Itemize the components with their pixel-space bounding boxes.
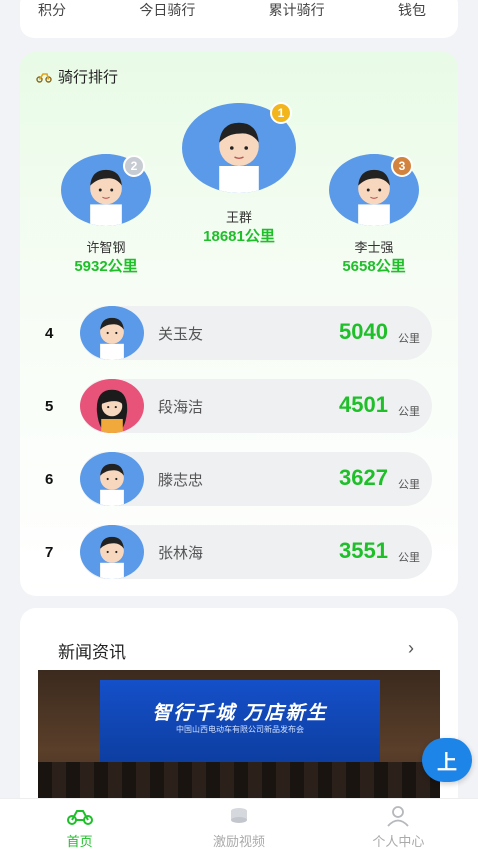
podium-name: 李士强 [354,240,394,255]
stage-screen: 智行千城 万店新生 中国山西电动车有限公司新品发布会 [100,680,380,770]
rider-distance: 5040 [339,319,388,344]
tab-label: 个人中心 [372,834,425,849]
rider-name: 段海洁 [158,399,204,416]
avatar [80,525,144,579]
stat-points[interactable]: 积分 [38,0,66,20]
avatar [80,379,144,433]
scroll-top-button[interactable]: 上 [422,738,472,782]
stat-today-ride[interactable]: 今日骑行 [139,0,195,20]
ranking-row[interactable]: 张林海 3551 公里 [80,525,432,579]
ranking-header: 骑行排行 [36,66,118,87]
arrow-up-icon: 上 [437,751,457,774]
chevron-right-icon[interactable]: › [408,638,414,659]
ranking-row[interactable]: 段海洁 4501 公里 [80,379,432,433]
news-image-banner: 智行千城 万店新生 [152,703,328,724]
medal-silver-icon: 2 [123,155,145,177]
person-icon [387,806,409,827]
tab-incentive-video[interactable]: 激励视频 [159,799,318,850]
distance-unit: 公里 [398,479,420,491]
scooter-icon [66,810,93,825]
medal-gold-icon: 1 [270,102,292,124]
rider-distance: 3551 [339,538,388,563]
tab-label: 首页 [66,834,93,849]
rider-name: 滕志忠 [158,472,204,489]
podium-name: 王群 [225,210,252,225]
avatar [80,306,144,360]
podium-distance: 5658公里 [342,258,406,275]
ranking-card: 骑行排行 1 王群 18681公里 2 许智钢 5932公里 3 李士强 565… [20,52,458,596]
stats-card: 积分 今日骑行 累计骑行 钱包 [20,0,458,38]
coins-icon [230,808,247,823]
tab-home[interactable]: 首页 [0,799,159,850]
rider-distance: 4501 [339,392,388,417]
rider-name: 关玉友 [158,326,204,343]
row-rank: 4 [45,325,54,342]
podium-distance: 18681公里 [203,228,275,245]
distance-unit: 公里 [398,406,420,418]
row-rank: 7 [45,544,54,561]
rider-distance: 3627 [339,465,388,490]
stat-wallet[interactable]: 钱包 [398,0,426,20]
distance-unit: 公里 [398,552,420,564]
medal-bronze-icon: 3 [391,155,413,177]
distance-unit: 公里 [398,333,420,345]
avatar [80,452,144,506]
ranking-row[interactable]: 关玉友 5040 公里 [80,306,432,360]
podium-distance: 5932公里 [74,258,138,275]
news-image-subtitle: 中国山西电动车有限公司新品发布会 [176,725,304,734]
ranking-title: 骑行排行 [58,69,119,86]
tab-label: 激励视频 [212,834,265,849]
row-rank: 5 [45,398,54,415]
bike-icon [36,72,52,83]
ranking-row[interactable]: 滕志忠 3627 公里 [80,452,432,506]
tab-profile[interactable]: 个人中心 [319,799,478,850]
podium-name: 许智钢 [86,240,126,255]
row-rank: 6 [45,471,54,488]
rider-name: 张林海 [158,545,204,562]
stat-total-ride[interactable]: 累计骑行 [269,0,325,20]
bottom-tab-bar: 首页 激励视频 个人中心 [0,798,478,850]
news-title: 新闻资讯 [58,643,126,662]
